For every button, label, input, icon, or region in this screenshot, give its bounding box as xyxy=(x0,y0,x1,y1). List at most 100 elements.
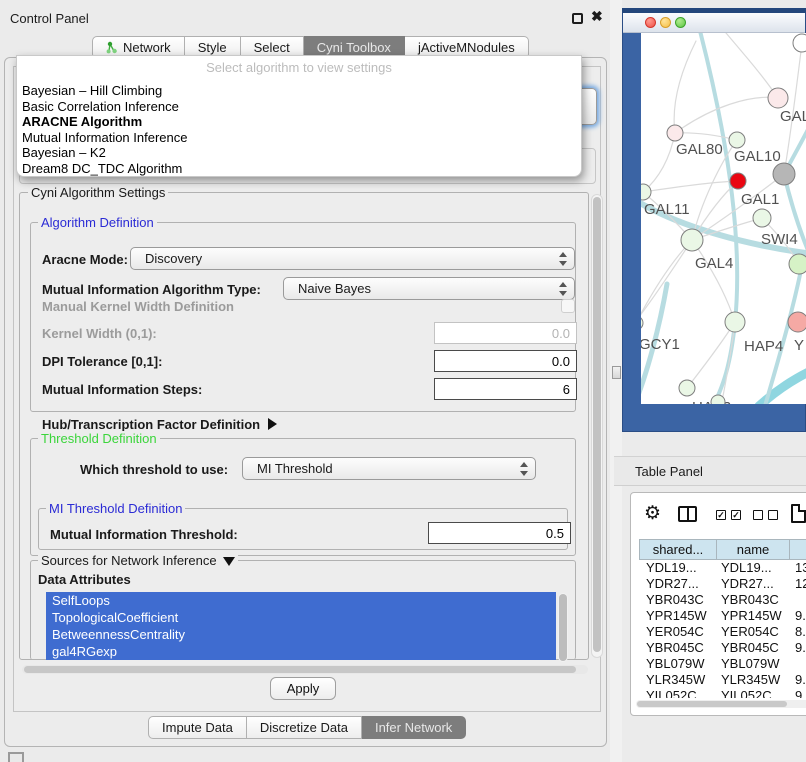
panel-divider[interactable] xyxy=(610,0,622,762)
gear-icon[interactable]: ⚙ xyxy=(644,502,661,525)
table-cell: YDR27... xyxy=(639,576,717,592)
scrollbar-thumb[interactable] xyxy=(24,666,576,673)
network-edge[interactable] xyxy=(674,41,696,133)
column-header[interactable]: name xyxy=(717,539,790,560)
unchecked-checkbox-icon[interactable] xyxy=(768,510,778,520)
kernel-width-input[interactable] xyxy=(434,322,577,344)
settings-horizontal-scrollbar[interactable] xyxy=(22,665,588,674)
dpi-tolerance-label: DPI Tolerance [0,1]: xyxy=(42,354,162,369)
minimize-window-icon[interactable] xyxy=(660,17,671,28)
network-canvas[interactable]: GALGAL80GAL10GAL1GAL11GAL4SWI4GCY1HAP4YH… xyxy=(641,33,806,404)
table-horizontal-scrollbar[interactable] xyxy=(636,700,806,708)
dropdown-item[interactable]: Dream8 DC_TDC Algorithm xyxy=(22,161,576,177)
tab-impute-data[interactable]: Impute Data xyxy=(148,716,247,739)
node-red[interactable] xyxy=(730,173,746,189)
table-row[interactable]: YBR043CYBR043C xyxy=(639,592,806,608)
network-window-titlebar[interactable] xyxy=(623,13,805,33)
node-gal4[interactable] xyxy=(681,229,703,251)
aracne-mode-combobox[interactable]: Discovery xyxy=(130,247,575,270)
close-window-icon[interactable] xyxy=(645,17,656,28)
node-y-partial[interactable] xyxy=(788,312,806,332)
close-panel-icon[interactable]: ✖ xyxy=(591,8,603,25)
network-edge[interactable] xyxy=(675,133,737,140)
mi-steps-input[interactable] xyxy=(434,378,577,400)
attributes-list-scrollbar[interactable] xyxy=(558,593,568,662)
column-header[interactable]: A xyxy=(790,539,806,560)
node-gal80[interactable] xyxy=(667,125,683,141)
table-row[interactable]: YLR345WYLR345W9. xyxy=(639,672,806,688)
node-hap2[interactable] xyxy=(679,380,695,396)
dropdown-item[interactable]: Bayesian – K2 xyxy=(22,145,576,161)
dropdown-item[interactable]: ARACNE Algorithm xyxy=(22,114,576,130)
document-icon[interactable] xyxy=(791,504,806,523)
network-edge[interactable] xyxy=(641,240,692,322)
table-row[interactable]: YBL079WYBL079W xyxy=(639,656,806,672)
table-row[interactable]: YBR045CYBR045C9. xyxy=(639,640,806,656)
dpi-tolerance-input[interactable] xyxy=(434,350,577,372)
node-top-partial[interactable] xyxy=(793,34,806,52)
node-gcy1[interactable] xyxy=(641,316,643,330)
network-graph[interactable]: GALGAL80GAL10GAL1GAL11GAL4SWI4GCY1HAP4YH… xyxy=(641,33,806,404)
scrollbar-thumb[interactable] xyxy=(593,197,601,652)
tab-infer-network[interactable]: Infer Network xyxy=(362,716,466,739)
table-cell: YBR045C xyxy=(639,640,717,656)
manual-kernel-checkbox[interactable] xyxy=(561,299,575,313)
scrollbar-thumb[interactable] xyxy=(637,701,787,707)
dropdown-item[interactable]: Basic Correlation Inference xyxy=(22,99,576,115)
sources-group-title[interactable]: Sources for Network Inference xyxy=(38,553,238,568)
checked-checkbox-icon[interactable]: ✓ xyxy=(731,510,741,520)
tab-discretize-data[interactable]: Discretize Data xyxy=(247,716,362,739)
node-gal10[interactable] xyxy=(729,132,745,148)
table-cell: YBL079W xyxy=(717,656,790,672)
float-panel-icon[interactable] xyxy=(572,13,583,24)
mi-threshold-group-title: MI Threshold Definition xyxy=(46,501,185,516)
table-cell: 8. xyxy=(790,624,806,640)
which-threshold-combobox[interactable]: MI Threshold xyxy=(242,457,536,480)
attribute-list-item[interactable]: gal4RGexp xyxy=(46,643,556,660)
column-header[interactable]: shared... xyxy=(639,539,717,560)
node-bottom-partial[interactable] xyxy=(711,395,725,404)
node-gal-pink[interactable] xyxy=(768,88,788,108)
node-swi4-label: SWI4 xyxy=(761,231,798,248)
apply-button[interactable]: Apply xyxy=(270,677,336,700)
tab-label: Discretize Data xyxy=(260,720,348,735)
settings-group-title: Cyni Algorithm Settings xyxy=(28,185,168,200)
scrollbar-thumb[interactable] xyxy=(559,594,567,661)
node-gray[interactable] xyxy=(773,163,795,185)
network-edge[interactable] xyxy=(643,181,738,192)
table-row[interactable]: YPR145WYPR145W9. xyxy=(639,608,806,624)
unchecked-checkbox-icon[interactable] xyxy=(753,510,763,520)
sources-title-label: Sources for Network Inference xyxy=(41,553,217,568)
network-edge[interactable] xyxy=(675,97,778,133)
mi-type-combobox[interactable]: Naive Bayes xyxy=(283,277,575,300)
table-row[interactable]: YDL19...YDL19...13 xyxy=(639,560,806,576)
node-gal1[interactable] xyxy=(753,209,771,227)
maximize-window-icon[interactable] xyxy=(675,17,686,28)
settings-vertical-scrollbar[interactable] xyxy=(591,194,603,658)
network-edge[interactable] xyxy=(692,240,735,322)
divider-grip[interactable] xyxy=(612,366,621,379)
expand-arrow-icon xyxy=(268,418,277,430)
threshold-definition-title: Threshold Definition xyxy=(38,431,160,446)
node-swi4[interactable] xyxy=(789,254,806,274)
mi-type-value: Naive Bayes xyxy=(298,281,371,296)
data-attributes-list: SelfLoopsTopologicalCoefficientBetweenne… xyxy=(46,592,556,660)
table-row[interactable]: YIL052CYIL052C9 xyxy=(639,688,806,698)
network-edge[interactable] xyxy=(643,133,675,192)
attribute-list-item[interactable]: SelfLoops xyxy=(46,592,556,609)
split-columns-icon[interactable] xyxy=(678,506,697,522)
dropdown-item[interactable]: Bayesian – Hill Climbing xyxy=(22,83,576,99)
node-hap4[interactable] xyxy=(725,312,745,332)
dropdown-item[interactable]: Mutual Information Inference xyxy=(22,130,576,146)
network-edge[interactable] xyxy=(687,322,735,388)
bottom-left-partial-icon[interactable] xyxy=(8,752,24,762)
table-row[interactable]: YER054CYER054C8. xyxy=(639,624,806,640)
hub-definition-toggle[interactable]: Hub/Transcription Factor Definition xyxy=(42,417,277,432)
attribute-list-item[interactable]: BetweennessCentrality xyxy=(46,626,556,643)
network-edge[interactable] xyxy=(721,33,778,98)
checked-checkbox-icon[interactable]: ✓ xyxy=(716,510,726,520)
table-row[interactable]: YDR27...YDR27...12 xyxy=(639,576,806,592)
collapse-arrow-icon xyxy=(223,557,235,566)
mi-threshold-input[interactable] xyxy=(428,522,571,544)
attribute-list-item[interactable]: TopologicalCoefficient xyxy=(46,609,556,626)
